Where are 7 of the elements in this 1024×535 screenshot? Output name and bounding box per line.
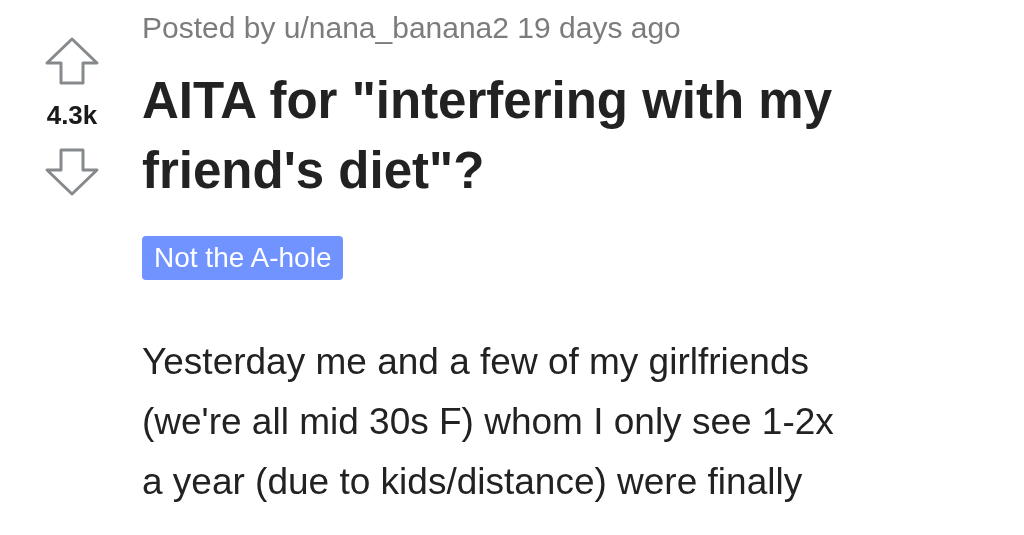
upvote-icon[interactable]: [44, 36, 100, 86]
vote-count: 4.3k: [46, 100, 98, 131]
downvote-icon[interactable]: [44, 147, 100, 197]
post-meta: Posted by u/nana_banana2 19 days ago: [142, 10, 681, 46]
flair-tag: Not the A-hole: [142, 236, 344, 280]
post-title: AITA for "interfering with my friend's diet"?: [142, 71, 834, 201]
post-body: Yesterday me and a few of my girlfriends (we're all mid 30s F) whom I only see 1-2x a year (due to kids/distance) were finally: [142, 340, 834, 504]
